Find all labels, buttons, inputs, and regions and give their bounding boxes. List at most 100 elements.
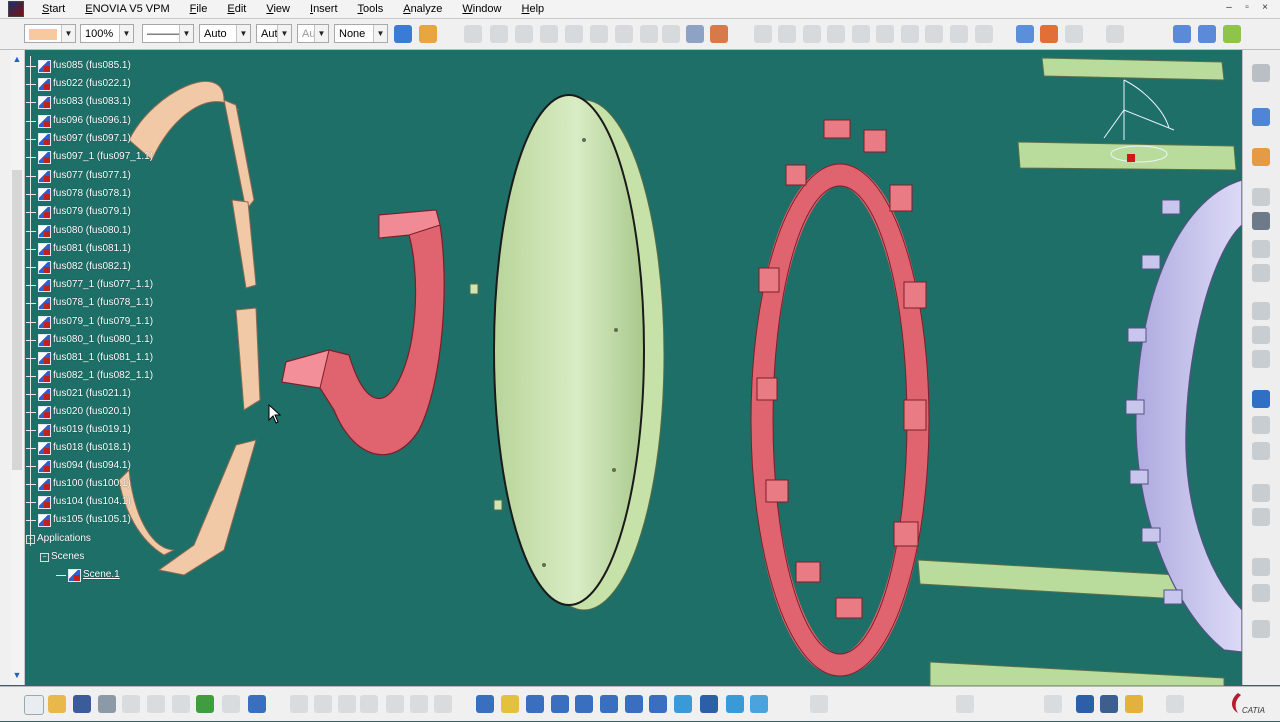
save-icon[interactable] <box>73 695 91 713</box>
tree-icon[interactable] <box>1100 695 1118 713</box>
snap-icon[interactable] <box>710 25 728 43</box>
tree-node[interactable]: fus077 (fus077.1) <box>26 168 131 184</box>
open-icon[interactable] <box>48 695 66 713</box>
cut-icon[interactable] <box>122 695 140 713</box>
reuse-pattern-icon[interactable] <box>975 25 993 43</box>
clash-icon[interactable] <box>1016 25 1034 43</box>
sensor-icon[interactable] <box>1252 188 1270 206</box>
quick-constraint-icon[interactable] <box>901 25 919 43</box>
3d-viewport[interactable] <box>24 50 1242 686</box>
close-button[interactable]: × <box>1258 2 1272 14</box>
graph-tree-reordering-icon[interactable] <box>615 25 633 43</box>
rotate-icon[interactable] <box>551 695 569 713</box>
menu-tools[interactable]: Tools <box>348 0 394 18</box>
catalog-icon[interactable] <box>1252 558 1270 576</box>
tree-node-scenes[interactable]: − Scenes <box>40 549 84 565</box>
offset-constraint-icon[interactable] <box>803 25 821 43</box>
distance-icon[interactable] <box>1065 25 1083 43</box>
whats-this-icon[interactable] <box>248 695 266 713</box>
tree-node[interactable]: fus100 (fus100.1) <box>26 476 131 492</box>
coincidence-constraint-icon[interactable] <box>754 25 772 43</box>
pan-icon[interactable] <box>526 695 544 713</box>
format-painter-icon[interactable] <box>419 25 437 43</box>
tree-node-applications[interactable]: − Applications <box>26 531 91 547</box>
lug-ring-part[interactable] <box>750 119 930 677</box>
assembly-feature-icon[interactable] <box>1252 240 1270 258</box>
menu-window[interactable]: Window <box>452 0 511 18</box>
redo-icon[interactable] <box>1198 25 1216 43</box>
restore-button[interactable]: ▫ <box>1240 2 1254 14</box>
tree-node-scene-1[interactable]: Scene.1 <box>56 567 120 583</box>
paste-icon[interactable] <box>172 695 190 713</box>
3d-scene[interactable] <box>24 50 1242 686</box>
flag-note-icon[interactable] <box>1252 442 1270 460</box>
fly-mode-icon[interactable] <box>476 695 494 713</box>
tree-node[interactable]: fus085 (fus085.1) <box>26 58 131 74</box>
multi-view-icon[interactable] <box>649 695 667 713</box>
bill-of-material-icon[interactable] <box>1252 620 1270 638</box>
pocket-icon[interactable] <box>1252 326 1270 344</box>
workbench-icon[interactable] <box>1252 64 1270 82</box>
text-icon[interactable] <box>1252 416 1270 434</box>
tree-node[interactable]: fus022 (fus022.1) <box>26 76 131 92</box>
tree-node[interactable]: fus081_1 (fus081_1.1) <box>26 350 153 366</box>
tree-node[interactable]: fus079 (fus079.1) <box>26 204 131 220</box>
zoom-in-icon[interactable] <box>575 695 593 713</box>
menu-insert[interactable]: Insert <box>300 0 348 18</box>
measure-inertia-icon[interactable] <box>434 695 452 713</box>
iso-view-icon[interactable] <box>674 695 692 713</box>
change-constraint-icon[interactable] <box>950 25 968 43</box>
add-icon[interactable] <box>1252 350 1270 368</box>
line-thickness-combo[interactable]: Auto ▼ <box>199 24 251 43</box>
minimize-button[interactable]: – <box>1222 2 1236 14</box>
knowledge-icon[interactable] <box>314 695 332 713</box>
split-icon[interactable] <box>1252 264 1270 282</box>
copy-icon[interactable] <box>147 695 165 713</box>
tree-node[interactable]: fus094 (fus094.1) <box>26 458 131 474</box>
collapse-icon[interactable]: − <box>26 534 35 544</box>
line-type-combo[interactable]: ——— ▼ <box>142 24 194 43</box>
scroll-down-icon[interactable]: ▼ <box>12 670 22 680</box>
menu-view[interactable]: View <box>256 0 300 18</box>
fit-all-icon[interactable] <box>501 695 519 713</box>
menu-start[interactable]: Start <box>32 0 75 18</box>
disc-part[interactable] <box>469 94 665 611</box>
hook-part[interactable] <box>281 209 445 456</box>
menu-help[interactable]: Help <box>512 0 555 18</box>
collapse-icon[interactable]: − <box>40 552 49 562</box>
contact-constraint-icon[interactable] <box>778 25 796 43</box>
tree-node[interactable]: fus077_1 (fus077_1.1) <box>26 277 153 293</box>
numbering-icon[interactable] <box>640 25 658 43</box>
menu-file[interactable]: File <box>180 0 218 18</box>
component-bar-icon[interactable] <box>1252 212 1270 230</box>
tree-node[interactable]: fus080_1 (fus080_1.1) <box>26 332 153 348</box>
tree-node[interactable]: fus097_1 (fus097_1.1) <box>26 149 153 165</box>
print-icon[interactable] <box>98 695 116 713</box>
grid-icon[interactable] <box>360 695 378 713</box>
hole-icon[interactable] <box>1252 302 1270 320</box>
flexible-subassembly-icon[interactable] <box>925 25 943 43</box>
manipulation-icon[interactable] <box>686 25 704 43</box>
product-icon[interactable] <box>515 25 533 43</box>
shading-icon[interactable] <box>700 695 718 713</box>
menu-enovia[interactable]: ENOVIA V5 VPM <box>75 0 179 18</box>
scroll-up-icon[interactable]: ▲ <box>12 54 22 64</box>
spaces-icon[interactable] <box>1252 584 1270 602</box>
update-icon[interactable] <box>1106 25 1124 43</box>
layer-combo[interactable]: None ▼ <box>334 24 388 43</box>
measure-icon[interactable] <box>1223 25 1241 43</box>
explode-icon[interactable] <box>1252 148 1270 166</box>
activate-product-icon[interactable] <box>1076 695 1094 713</box>
tree-node[interactable]: fus081 (fus081.1) <box>26 241 131 257</box>
angle-constraint-icon[interactable] <box>827 25 845 43</box>
scenes-icon[interactable] <box>1252 508 1270 526</box>
component-icon[interactable] <box>540 25 558 43</box>
zoom-out-icon[interactable] <box>600 695 618 713</box>
measure-between-icon[interactable] <box>386 695 404 713</box>
formula-icon[interactable] <box>290 695 308 713</box>
swap-visible-space-icon[interactable] <box>750 695 768 713</box>
print-setup-icon[interactable] <box>956 695 974 713</box>
tree-node[interactable]: fus078_1 (fus078_1.1) <box>26 295 153 311</box>
tree-scrollbar[interactable]: ▲ ▼ <box>10 50 25 685</box>
tree-node[interactable]: fus020 (fus020.1) <box>26 404 131 420</box>
